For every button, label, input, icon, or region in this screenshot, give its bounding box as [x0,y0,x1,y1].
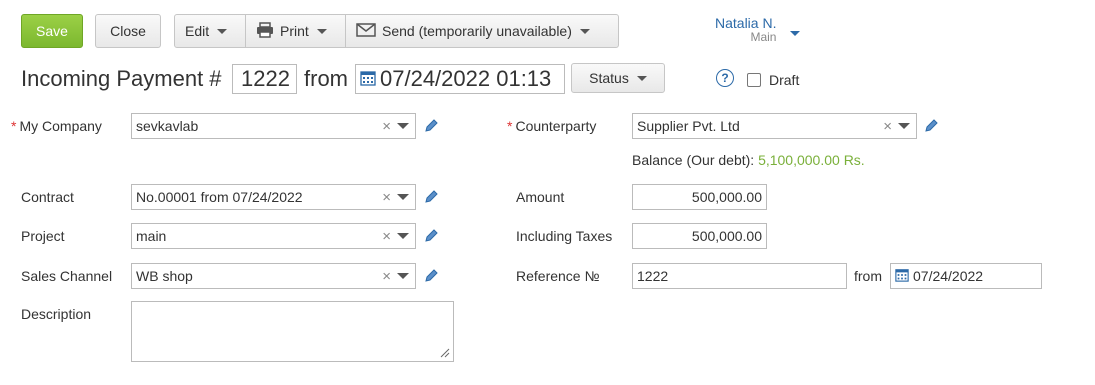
print-menu-button[interactable]: Print [246,15,346,47]
description-label: Description [21,306,92,322]
balance-value: 5,100,000.00 Rs. [758,152,865,168]
sales-channel-select[interactable]: WB shop × [131,263,416,289]
my-company-value: sevkavlab [136,118,199,134]
my-company-label: * My Company [11,118,102,134]
chevron-down-icon [636,75,647,81]
edit-label: Edit [185,23,210,39]
counterparty-label: * Counterparty [507,118,596,134]
status-button[interactable]: Status [571,63,665,93]
including-taxes-input[interactable]: 500,000.00 [632,223,767,249]
including-taxes-value: 500,000.00 [691,228,762,244]
amount-value: 500,000.00 [691,189,762,205]
reference-input[interactable]: 1222 [632,263,847,289]
edit-menu-button[interactable]: Edit [175,15,246,47]
my-company-label-text: My Company [19,118,102,134]
chevron-down-icon[interactable] [397,273,409,279]
send-label: Send (temporarily unavailable) [382,23,572,39]
document-number-input[interactable]: 1222 [232,64,297,94]
my-company-select[interactable]: sevkavlab × [131,113,416,139]
balance-label: Balance (Our debt): [632,152,755,168]
reference-value: 1222 [637,268,669,284]
reference-label: Reference № [516,268,600,284]
counterparty-value: Supplier Pvt. Ltd [637,118,740,134]
pencil-icon[interactable] [423,118,439,134]
close-button[interactable]: Close [95,14,161,48]
clear-icon[interactable]: × [382,189,391,206]
document-datetime-value: 07/24/2022 01:13 [380,66,552,91]
including-taxes-label: Including Taxes [516,228,613,244]
user-sub: Main [750,30,777,44]
page-title: Incoming Payment # [21,66,222,91]
project-select[interactable]: main × [131,223,416,249]
save-button[interactable]: Save [21,14,83,48]
action-button-group: Edit Print Send (temporarily unavailable… [174,14,619,48]
required-mark: * [11,118,17,134]
calendar-icon[interactable] [360,66,376,92]
chevron-down-icon [316,28,327,34]
required-mark: * [507,118,513,134]
description-textarea[interactable] [131,301,454,362]
pencil-icon[interactable] [923,118,939,134]
draft-label: Draft [769,72,800,88]
reference-from-label: from [854,268,882,284]
amount-label: Amount [516,189,565,205]
help-icon[interactable]: ? [716,69,734,87]
document-datetime-input[interactable]: 07/24/2022 01:13 [355,64,565,94]
clear-icon[interactable]: × [382,228,391,245]
clear-icon[interactable]: × [382,118,391,135]
from-label: from [304,66,348,91]
chevron-down-icon[interactable] [397,233,409,239]
pencil-icon[interactable] [423,228,439,244]
chevron-down-icon[interactable] [397,194,409,200]
draft-checkbox[interactable] [747,73,761,87]
printer-icon [256,21,274,41]
reference-date-input[interactable]: 07/24/2022 [890,263,1042,289]
contract-label: Contract [21,189,74,205]
document-number-value: 1222 [241,66,290,91]
user-name: Natalia N. [715,15,777,31]
user-menu[interactable]: Natalia N. Main [715,15,776,44]
reference-date-value: 07/24/2022 [913,268,984,284]
sales-channel-label: Sales Channel [21,268,113,284]
pencil-icon[interactable] [423,189,439,205]
amount-input[interactable]: 500,000.00 [632,184,767,210]
envelope-icon [356,22,376,40]
chevron-down-icon [579,28,590,34]
pencil-icon[interactable] [423,268,439,284]
chevron-down-icon[interactable] [898,123,910,129]
status-label: Status [589,70,629,86]
contract-select[interactable]: No.00001 from 07/24/2022 × [131,184,416,210]
print-label: Print [280,23,309,39]
contract-value: No.00001 from 07/24/2022 [136,189,303,205]
calendar-icon[interactable] [895,268,909,285]
send-menu-button[interactable]: Send (temporarily unavailable) [346,15,618,47]
clear-icon[interactable]: × [382,268,391,285]
project-value: main [136,228,167,244]
chevron-down-icon [217,28,228,34]
sales-channel-value: WB shop [136,268,193,284]
counterparty-select[interactable]: Supplier Pvt. Ltd × [632,113,917,139]
chevron-down-icon [790,31,800,36]
chevron-down-icon[interactable] [397,123,409,129]
clear-icon[interactable]: × [883,118,892,135]
counterparty-label-text: Counterparty [515,118,597,134]
balance-line: Balance (Our debt): 5,100,000.00 Rs. [632,152,865,168]
resize-handle-icon[interactable] [440,348,450,358]
project-label: Project [21,228,65,244]
